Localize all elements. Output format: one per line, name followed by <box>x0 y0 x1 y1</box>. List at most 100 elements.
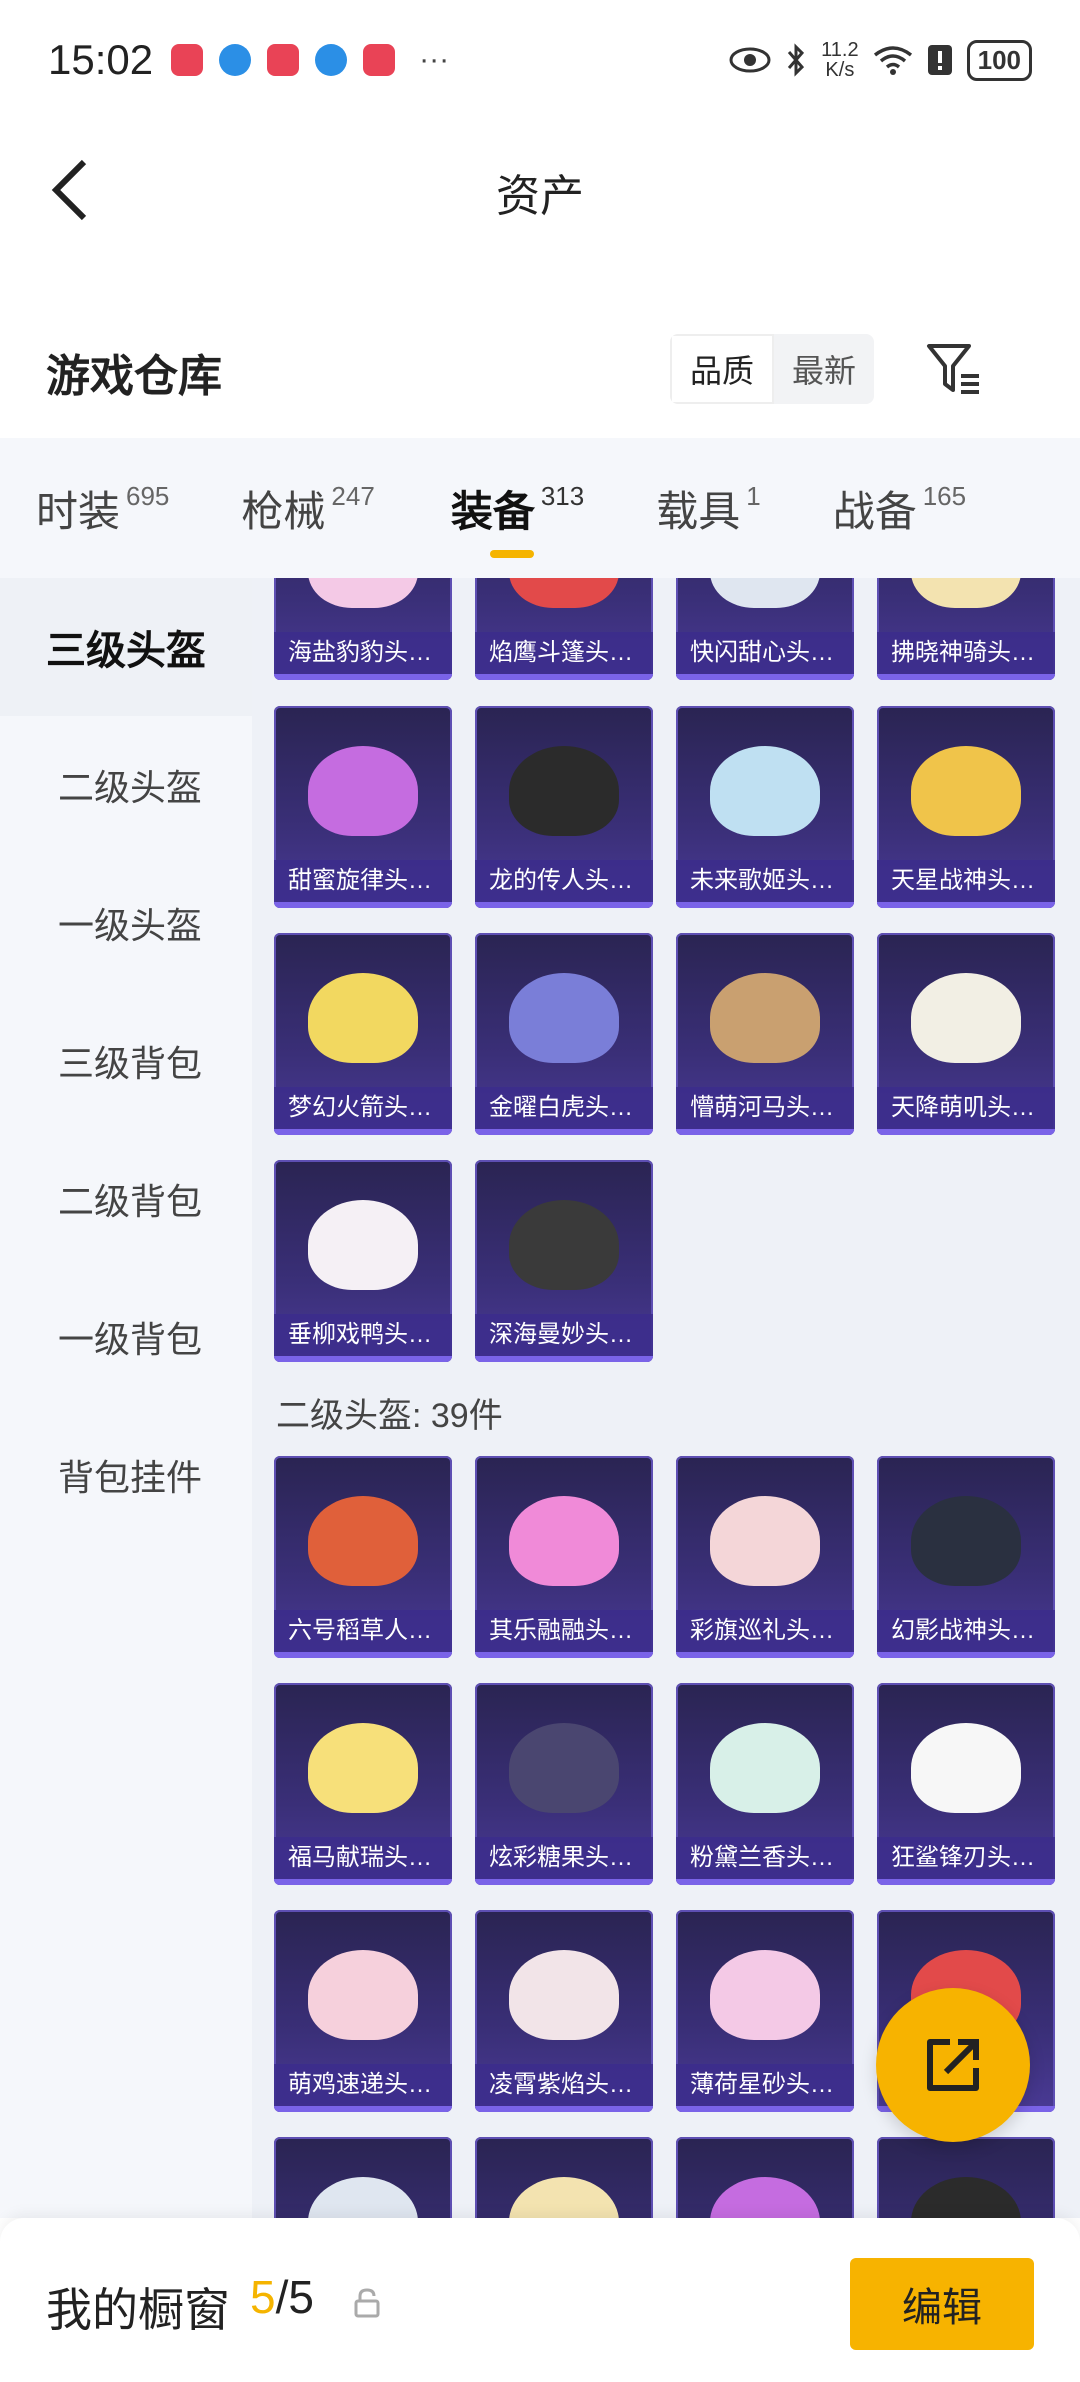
item-card[interactable]: 垂柳戏鸭头… <box>274 1160 452 1362</box>
sidebar-item-level1-helmet[interactable]: 一级头盔 <box>0 854 252 992</box>
item-card[interactable]: 其乐融融头… <box>475 1456 653 1658</box>
tab-vehicles[interactable]: 载具 1 <box>584 438 760 578</box>
sidebar-item-level1-backpack[interactable]: 一级背包 <box>0 1268 252 1406</box>
item-name: 甜蜜旋律头… <box>274 860 452 902</box>
helmet-image <box>308 2177 418 2218</box>
item-card[interactable]: 甜蜜旋律头… <box>274 706 452 908</box>
tab-battle-gear[interactable]: 战备 165 <box>761 438 966 578</box>
helmet-image <box>308 1950 418 2040</box>
item-card[interactable]: 梦幻火箭头… <box>274 933 452 1135</box>
helmet-image <box>308 1723 418 1813</box>
item-card[interactable]: 粉黛兰香头… <box>676 1683 854 1885</box>
showcase-title: 我的橱窗 <box>46 2284 230 2336</box>
section-title: 游戏仓库 <box>46 352 222 401</box>
status-right: 11.2 K/s 100 <box>729 39 1032 81</box>
showcase-count: 5/5 <box>250 2270 314 2324</box>
item-card[interactable]: 拂晓神骑头… <box>877 578 1055 680</box>
share-button[interactable] <box>876 1988 1030 2142</box>
helmet-image <box>509 1723 619 1813</box>
sort-newest-button[interactable]: 最新 <box>774 334 874 404</box>
item-card[interactable]: 焰鹰斗篷头… <box>475 578 653 680</box>
tab-label: 载具 <box>656 487 741 535</box>
item-name: 天星战神头… <box>877 860 1055 902</box>
sidebar-item-level2-helmet[interactable]: 二级头盔 <box>0 716 252 854</box>
shopping-app-icon <box>171 44 204 76</box>
item-name: 未来歌姬头… <box>676 860 854 902</box>
helmet-image <box>911 973 1021 1063</box>
helmet-image <box>911 1723 1021 1813</box>
item-name: 金曜白虎头… <box>475 1087 653 1129</box>
browser-app-icon <box>315 44 348 76</box>
item-card[interactable]: 快闪甜心头… <box>676 578 854 680</box>
item-name: 深海曼妙头… <box>475 1314 653 1356</box>
wifi-icon <box>873 46 912 75</box>
helmet-image <box>710 746 820 836</box>
edit-button[interactable]: 编辑 <box>850 2258 1034 2350</box>
helmet-image <box>308 1200 418 1290</box>
tab-count: 695 <box>126 480 170 511</box>
tab-fashion[interactable]: 时装 695 <box>0 438 169 578</box>
item-card[interactable]: 天降萌叽头… <box>877 933 1055 1135</box>
item-card[interactable] <box>274 2137 452 2218</box>
item-card[interactable]: 金曜白虎头… <box>475 933 653 1135</box>
sidebar-item-level3-helmet[interactable]: 三级头盔 <box>0 578 252 716</box>
tab-count: 165 <box>922 480 967 511</box>
filter-icon[interactable] <box>925 340 985 400</box>
item-card[interactable]: 龙的传人头… <box>475 706 653 908</box>
lock-icon <box>354 2288 380 2318</box>
item-grid-area: 海盐豹豹头… 焰鹰斗篷头… 快闪甜心头… 拂晓神骑头… 甜蜜旋律头… 龙的传人头… 未来歌… <box>252 578 1080 2218</box>
sidebar-item-level3-backpack[interactable]: 三级背包 <box>0 992 252 1130</box>
tab-label: 战备 <box>832 487 917 535</box>
sidebar-item-backpack-charm[interactable]: 背包挂件 <box>0 1406 252 1544</box>
sidebar-item-level2-backpack[interactable]: 二级背包 <box>0 1130 252 1268</box>
item-name: 其乐融融头… <box>475 1610 653 1652</box>
item-name: 粉黛兰香头… <box>676 1837 854 1879</box>
tab-count: 1 <box>746 480 761 511</box>
helmet-image <box>911 2177 1021 2218</box>
item-card[interactable]: 幻影战神头… <box>877 1456 1055 1658</box>
item-name: 焰鹰斗篷头… <box>475 632 653 674</box>
bluetooth-icon <box>788 43 805 77</box>
external-link-icon <box>927 2039 979 2091</box>
item-card[interactable]: 懵萌河马头… <box>676 933 854 1135</box>
item-card[interactable]: 福马献瑞头… <box>274 1683 452 1885</box>
item-card[interactable] <box>475 2137 653 2218</box>
item-card[interactable]: 海盐豹豹头… <box>274 578 452 680</box>
item-grid-top: 海盐豹豹头… 焰鹰斗篷头… 快闪甜心头… 拂晓神骑头… <box>274 578 1055 680</box>
item-card[interactable]: 凌霄紫焰头… <box>475 1910 653 2112</box>
showcase-total: /5 <box>275 2271 314 2323</box>
item-name: 梦幻火箭头… <box>274 1087 452 1129</box>
tab-firearms[interactable]: 枪械 247 <box>169 438 374 578</box>
item-card[interactable]: 未来歌姬头… <box>676 706 854 908</box>
sort-quality-button[interactable]: 品质 <box>670 334 775 404</box>
item-card[interactable]: 六号稻草人… <box>274 1456 452 1658</box>
item-card[interactable]: 炫彩糖果头… <box>475 1683 653 1885</box>
helmet-image <box>911 1496 1021 1586</box>
item-card[interactable]: 萌鸡速递头… <box>274 1910 452 2112</box>
tab-count: 247 <box>331 480 375 511</box>
item-card[interactable]: 薄荷星砂头… <box>676 1910 854 2112</box>
item-card[interactable]: 天星战神头… <box>877 706 1055 908</box>
item-name: 龙的传人头… <box>475 860 653 902</box>
tab-label: 时装 <box>36 487 121 535</box>
item-card[interactable]: 彩旗巡礼头… <box>676 1456 854 1658</box>
item-name: 凌霄紫焰头… <box>475 2064 653 2106</box>
item-card[interactable] <box>676 2137 854 2218</box>
category-tabs: 时装 695 枪械 247 装备 313 载具 1 战备 165 <box>0 438 1080 578</box>
item-card[interactable]: 狂鲨锋刃头… <box>877 1683 1055 1885</box>
item-name: 狂鲨锋刃头… <box>877 1837 1055 1879</box>
item-card[interactable] <box>877 2137 1055 2218</box>
app-header: 资产 <box>0 120 1080 260</box>
status-bar: 15:02 ··· 11.2 K/s 100 <box>0 0 1080 120</box>
helmet-image <box>710 1723 820 1813</box>
network-speed: 11.2 K/s <box>821 40 858 80</box>
tab-equipment[interactable]: 装备 313 <box>375 438 584 578</box>
helmet-image <box>308 973 418 1063</box>
notification-icons: ··· <box>171 43 449 77</box>
item-name: 天降萌叽头… <box>877 1087 1055 1129</box>
item-name: 萌鸡速递头… <box>274 2064 452 2106</box>
helmet-image <box>911 578 1021 608</box>
helmet-image <box>509 1496 619 1586</box>
helmet-image <box>308 746 418 836</box>
item-card[interactable]: 深海曼妙头… <box>475 1160 653 1362</box>
